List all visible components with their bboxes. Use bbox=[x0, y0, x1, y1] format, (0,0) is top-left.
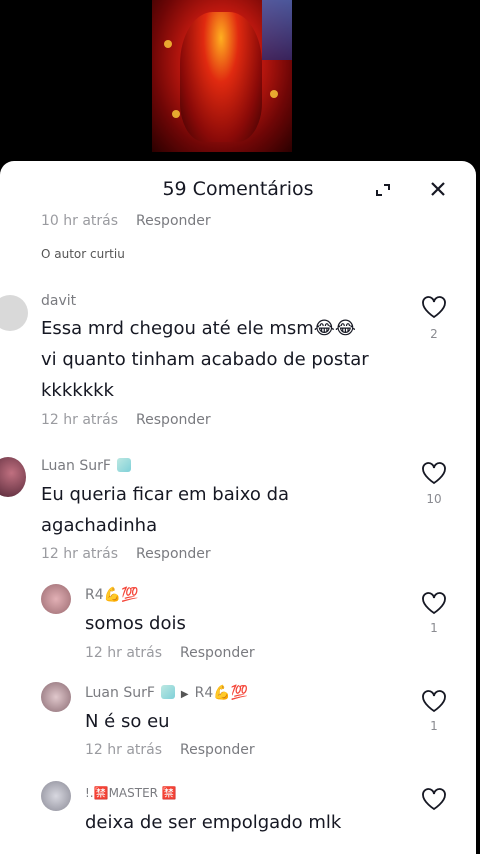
reply-arrow-icon: ▶ bbox=[180, 689, 189, 700]
timestamp: 12 hr atrás bbox=[85, 742, 163, 758]
expand-icon[interactable] bbox=[372, 179, 394, 201]
avatar[interactable] bbox=[41, 781, 71, 811]
timestamp: 12 hr atrás bbox=[41, 412, 119, 428]
avatar[interactable] bbox=[41, 584, 71, 614]
badge-icon bbox=[116, 458, 131, 472]
avatar[interactable] bbox=[41, 682, 71, 712]
reply-meta: 12 hr atrás Responder bbox=[85, 645, 255, 661]
reply-meta: 12 hr atrás Responder bbox=[85, 742, 255, 758]
reply-text: N é so eu bbox=[85, 711, 170, 732]
reply-username[interactable]: !.🈲MASTER 🈲 bbox=[85, 786, 177, 800]
reply-username[interactable]: Luan SurF ▶ R4💪💯 bbox=[85, 685, 248, 701]
heart-icon[interactable] bbox=[421, 689, 447, 713]
comment-meta: 10 hr atrás Responder bbox=[41, 213, 211, 229]
like-count: 1 bbox=[430, 621, 438, 635]
heart-icon[interactable] bbox=[421, 591, 447, 615]
comment-username[interactable]: Luan SurF bbox=[41, 458, 131, 474]
comment-meta: 12 hr atrás Responder bbox=[41, 546, 211, 562]
timestamp: 12 hr atrás bbox=[41, 546, 119, 562]
comments-sheet: 59 Comentários 10 hr atrás Responder O au… bbox=[0, 161, 476, 854]
comment-username[interactable]: davit bbox=[41, 293, 76, 309]
heart-icon[interactable] bbox=[421, 787, 447, 811]
reply-text: somos dois bbox=[85, 613, 186, 634]
avatar[interactable] bbox=[0, 295, 28, 331]
reply-button[interactable]: Responder bbox=[136, 213, 211, 229]
comment-text: Eu queria ficar em baixo da agachadinha bbox=[41, 484, 290, 536]
timestamp: 10 hr atrás bbox=[41, 213, 119, 229]
video-preview[interactable] bbox=[0, 0, 480, 175]
reply-button[interactable]: Responder bbox=[180, 742, 255, 758]
timestamp: 12 hr atrás bbox=[85, 645, 163, 661]
avatar[interactable] bbox=[0, 457, 26, 497]
comment-meta: 12 hr atrás Responder bbox=[41, 412, 211, 428]
like-count: 10 bbox=[426, 492, 442, 506]
badge-icon bbox=[160, 685, 175, 699]
reply-text: deixa de ser empolgado mlk bbox=[85, 812, 342, 833]
reply-button[interactable]: Responder bbox=[136, 546, 211, 562]
comment-text: Essa mrd chegou até ele msm😂😂 vi quanto … bbox=[41, 318, 369, 401]
reply-username[interactable]: R4💪💯 bbox=[85, 587, 139, 603]
author-liked-label: O autor curtiu bbox=[41, 247, 125, 261]
heart-icon[interactable] bbox=[421, 295, 447, 319]
reply-to-username[interactable]: R4💪💯 bbox=[195, 685, 249, 701]
screen-edge bbox=[476, 175, 480, 854]
like-count: 2 bbox=[430, 327, 438, 341]
comments-count-title: 59 Comentários bbox=[162, 178, 314, 200]
reply-button[interactable]: Responder bbox=[180, 645, 255, 661]
close-icon[interactable] bbox=[426, 177, 450, 201]
video-thumbnail bbox=[152, 0, 292, 152]
comments-header: 59 Comentários bbox=[0, 161, 476, 219]
heart-icon[interactable] bbox=[421, 461, 447, 485]
reply-button[interactable]: Responder bbox=[136, 412, 211, 428]
like-count: 1 bbox=[430, 719, 438, 733]
